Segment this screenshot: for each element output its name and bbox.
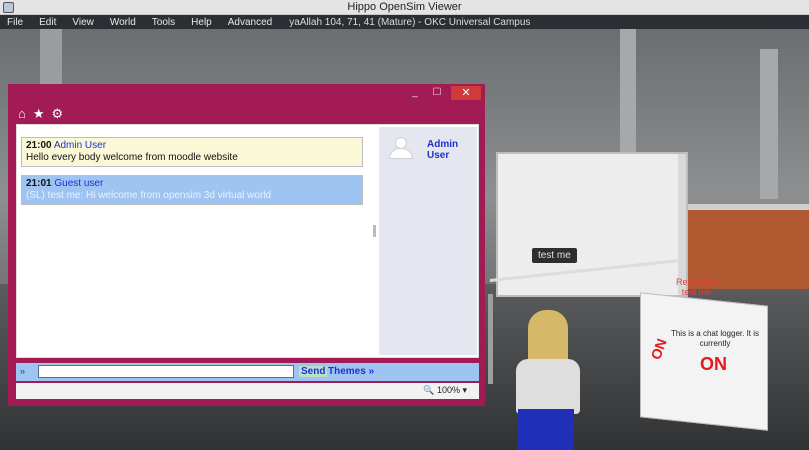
home-icon[interactable]: ⌂ <box>18 106 26 122</box>
user-avatar-icon <box>389 137 413 159</box>
avatar-legs <box>518 409 574 450</box>
message-user[interactable]: Admin User <box>54 140 106 151</box>
message-time: 21:01 <box>26 178 52 189</box>
menu-help[interactable]: Help <box>184 17 221 28</box>
recording-subtitle: test me <box>681 287 712 297</box>
recording-label: Recording test me <box>676 277 717 297</box>
chat-message: 21:01 Guest user (SL) test me: Hi welcom… <box>21 175 363 205</box>
location-readout: yaAllah 104, 71, 41 (Mature) - OKC Unive… <box>289 16 531 28</box>
scene-pillar <box>760 49 778 199</box>
close-button[interactable]: ✕ <box>451 86 481 100</box>
menu-view[interactable]: View <box>65 17 103 28</box>
minimize-button[interactable]: _ <box>407 87 423 99</box>
menu-advanced[interactable]: Advanced <box>221 17 281 28</box>
star-icon[interactable]: ★ <box>33 106 45 122</box>
gear-icon[interactable]: ⚙ <box>52 106 64 122</box>
chat-window[interactable]: _ ☐ ✕ ⌂ ★ ⚙ 21:00 Admin User Hello every… <box>8 84 485 406</box>
chat-nav-icons: ⌂ ★ ⚙ <box>18 106 63 122</box>
cube-status: ON <box>700 354 727 374</box>
chat-input-bar: » Send Themes » <box>16 363 479 381</box>
chat-message: 21:00 Admin User Hello every body welcom… <box>21 137 363 167</box>
message-text: (SL) test me: Hi welcome from opensim 3d… <box>26 190 272 201</box>
menu-world[interactable]: World <box>103 17 145 28</box>
recording-title: Recording <box>676 277 718 287</box>
chat-input[interactable] <box>38 365 294 378</box>
window-title: Hippo OpenSim Viewer <box>347 1 462 13</box>
menu-file[interactable]: File <box>0 17 32 28</box>
menu-tools[interactable]: Tools <box>145 17 184 28</box>
send-button[interactable]: Send <box>299 366 328 377</box>
window-controls: _ ☐ ✕ <box>407 86 481 100</box>
window-titlebar: Hippo OpenSim Viewer <box>0 0 809 15</box>
panel-splitter[interactable] <box>373 225 376 237</box>
user-list: Admin User <box>379 127 477 355</box>
message-text: Hello every body welcome from moodle web… <box>26 152 238 163</box>
message-list: 21:00 Admin User Hello every body welcom… <box>17 125 371 357</box>
maximize-button[interactable]: ☐ <box>429 87 445 99</box>
cube-description: This is a chat logger. It is currently <box>670 329 760 348</box>
chat-panel: 21:00 Admin User Hello every body welcom… <box>16 124 479 358</box>
avatar-body[interactable] <box>516 359 580 414</box>
status-bar: 🔍 100% ▾ <box>16 383 479 399</box>
avatar-name-tag: test me <box>532 248 577 263</box>
user-list-item[interactable]: Admin User <box>427 139 475 161</box>
menu-edit[interactable]: Edit <box>32 17 65 28</box>
zoom-control[interactable]: 🔍 100% ▾ <box>423 385 467 396</box>
message-time: 21:00 <box>26 140 52 151</box>
whiteboard-stand <box>488 294 493 384</box>
input-prompt: » <box>20 366 26 376</box>
message-user[interactable]: Guest user <box>54 178 103 189</box>
menu-bar: File Edit View World Tools Help Advanced… <box>0 15 809 29</box>
themes-button[interactable]: Themes » <box>328 366 374 377</box>
